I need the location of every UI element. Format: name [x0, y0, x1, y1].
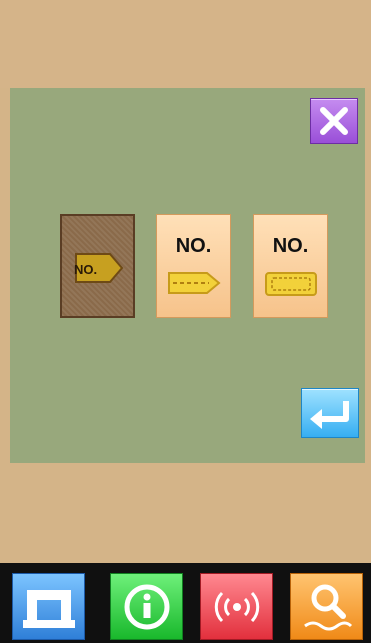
sewing-mode-button[interactable] — [12, 573, 85, 640]
rectangle-pattern-icon — [265, 272, 317, 296]
pattern-number-label-1: NO. — [74, 262, 98, 277]
pattern-button-3[interactable]: NO. — [253, 214, 328, 318]
enter-button[interactable] — [301, 388, 359, 438]
search-icon — [304, 584, 353, 631]
sewing-machine-icon — [23, 590, 75, 628]
info-icon — [124, 584, 170, 630]
wireless-signal-icon — [214, 591, 260, 623]
search-button[interactable] — [290, 573, 363, 640]
arrow-pattern-icon — [168, 272, 221, 294]
arrow-pattern-icon — [75, 253, 124, 283]
pattern-button-1[interactable]: NO. — [60, 214, 135, 318]
pattern-button-2[interactable]: NO. — [156, 214, 231, 318]
taskbar — [0, 563, 371, 643]
close-button[interactable] — [310, 98, 358, 144]
header-area — [0, 0, 371, 88]
info-button[interactable] — [110, 573, 183, 640]
close-icon — [320, 107, 348, 135]
footer-area — [0, 463, 371, 563]
enter-arrow-icon — [310, 401, 349, 429]
communication-button[interactable] — [200, 573, 273, 640]
